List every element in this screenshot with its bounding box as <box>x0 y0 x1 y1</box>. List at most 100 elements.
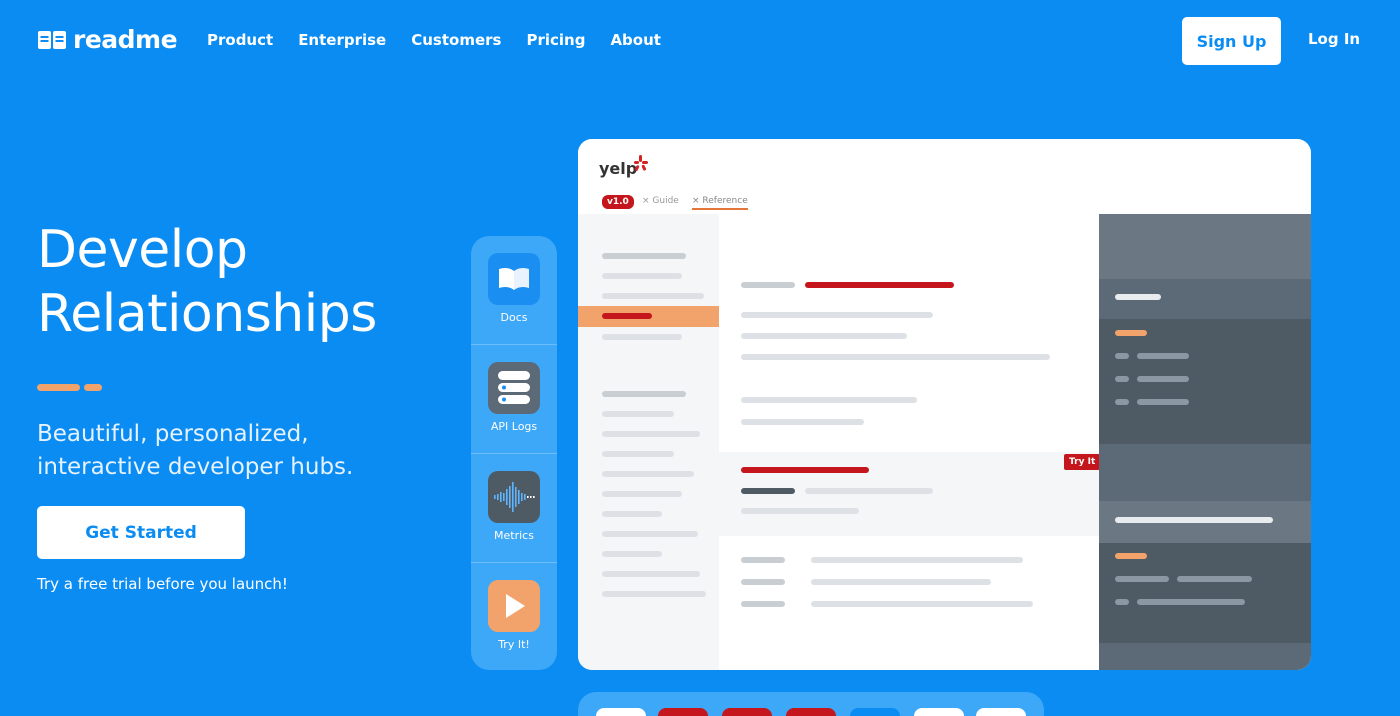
trial-text: Try a free trial before you launch! <box>37 575 288 593</box>
placeholder-bar <box>1115 353 1129 359</box>
placeholder-bar <box>602 491 682 497</box>
placeholder-bar <box>1115 517 1273 523</box>
feature-docs[interactable]: Docs <box>471 236 557 344</box>
hero-subtitle: Beautiful, personalized, interactive dev… <box>37 418 353 484</box>
placeholder-bar <box>1115 599 1129 605</box>
accent-dash-short <box>84 384 102 391</box>
logs-icon <box>488 362 540 414</box>
placeholder-bar <box>741 508 859 514</box>
tab-guide-label: Guide <box>652 196 679 206</box>
placeholder-bar <box>1137 599 1245 605</box>
placeholder-bar <box>602 531 698 537</box>
placeholder-bar <box>811 601 1033 607</box>
nav-link-about[interactable]: About <box>610 30 661 50</box>
placeholder-bar <box>741 354 1050 360</box>
placeholder-bar <box>602 471 694 477</box>
placeholder-bar <box>1115 376 1129 382</box>
placeholder-bar <box>602 273 682 279</box>
strip-chip <box>850 708 900 716</box>
placeholder-bar <box>602 591 706 597</box>
placeholder-bar <box>1137 399 1189 405</box>
mock-code-panel <box>1099 214 1311 670</box>
placeholder-bar <box>741 419 864 425</box>
strip-chip <box>976 708 1026 716</box>
panel-top <box>1099 214 1311 279</box>
product-screenshot-mock: yelp v1.0 × Guide × Reference Try It <box>578 139 1311 670</box>
feature-try-it[interactable]: Try It! <box>471 563 557 671</box>
placeholder-bar <box>1177 576 1252 582</box>
logo-text: readme <box>73 25 178 54</box>
feature-label-metrics: Metrics <box>494 529 534 542</box>
mock-left-nav <box>578 214 719 670</box>
tab-reference[interactable]: × Reference <box>692 196 748 210</box>
waveform-icon <box>488 471 540 523</box>
accent-dash-long <box>37 384 80 391</box>
placeholder-bar <box>811 579 991 585</box>
placeholder-bar <box>602 431 700 437</box>
nav-link-product[interactable]: Product <box>207 30 273 50</box>
hero-title: Develop Relationships <box>37 218 377 346</box>
try-it-button[interactable]: Try It <box>1064 454 1101 470</box>
placeholder-bar <box>1115 576 1169 582</box>
book-icon <box>488 253 540 305</box>
mock-content <box>719 214 1099 670</box>
placeholder-bar <box>602 334 682 340</box>
nav-links: Product Enterprise Customers Pricing Abo… <box>207 30 661 50</box>
hero-subtitle-line-1: Beautiful, personalized, <box>37 421 309 447</box>
strip-chip <box>914 708 964 716</box>
version-badge[interactable]: v1.0 <box>602 195 634 209</box>
placeholder-bar <box>741 557 785 563</box>
placeholder-bar <box>602 551 662 557</box>
placeholder-bar <box>1115 294 1161 300</box>
feature-metrics[interactable]: Metrics <box>471 454 557 562</box>
placeholder-bar <box>1137 353 1189 359</box>
placeholder-bar <box>1115 553 1147 559</box>
placeholder-bar <box>602 411 674 417</box>
get-started-button[interactable]: Get Started <box>37 506 245 559</box>
placeholder-bar <box>1137 376 1189 382</box>
placeholder-bar <box>1115 399 1129 405</box>
top-nav: readme Product Enterprise Customers Pric… <box>0 0 1400 80</box>
mock-brand: yelp <box>599 159 638 178</box>
play-icon <box>488 580 540 632</box>
placeholder-bar <box>811 557 1023 563</box>
tab-guide[interactable]: × Guide <box>642 196 679 206</box>
readme-logo[interactable]: readme <box>37 25 178 55</box>
hero-title-line-1: Develop <box>37 220 248 280</box>
placeholder-bar <box>741 397 917 403</box>
placeholder-bar <box>602 451 674 457</box>
book-logo-icon <box>38 31 66 49</box>
sign-up-button[interactable]: Sign Up <box>1182 17 1281 65</box>
placeholder-bar <box>741 579 785 585</box>
yelp-burst-icon <box>634 155 648 171</box>
try-it-section <box>719 452 1099 536</box>
placeholder-bar <box>602 571 700 577</box>
placeholder-bar <box>741 488 795 494</box>
nav-link-pricing[interactable]: Pricing <box>526 30 585 50</box>
feature-label-try-it: Try It! <box>498 638 530 651</box>
feature-api-logs[interactable]: API Logs <box>471 345 557 453</box>
strip-chip <box>596 708 646 716</box>
feature-label-docs: Docs <box>500 311 528 324</box>
placeholder-bar <box>741 467 869 473</box>
feature-label-api-logs: API Logs <box>490 420 538 433</box>
placeholder-bar <box>602 313 652 319</box>
placeholder-bar <box>805 282 954 288</box>
placeholder-bar <box>741 601 785 607</box>
mock-header: yelp v1.0 × Guide × Reference <box>578 139 1311 214</box>
panel-block <box>1099 319 1311 444</box>
nav-link-enterprise[interactable]: Enterprise <box>298 30 386 50</box>
placeholder-bar <box>602 391 686 397</box>
hero-title-line-2: Relationships <box>37 284 377 344</box>
tab-reference-label: Reference <box>702 196 748 206</box>
placeholder-bar <box>602 293 704 299</box>
strip-chip <box>786 708 836 716</box>
nav-link-customers[interactable]: Customers <box>411 30 501 50</box>
log-in-link[interactable]: Log In <box>1308 30 1360 48</box>
placeholder-bar <box>741 333 907 339</box>
feature-sidebar: Docs API Logs Metrics Try It! <box>471 236 557 670</box>
placeholder-bar <box>602 253 686 259</box>
placeholder-bar <box>741 312 933 318</box>
placeholder-bar <box>741 282 795 288</box>
placeholder-bar <box>602 511 662 517</box>
